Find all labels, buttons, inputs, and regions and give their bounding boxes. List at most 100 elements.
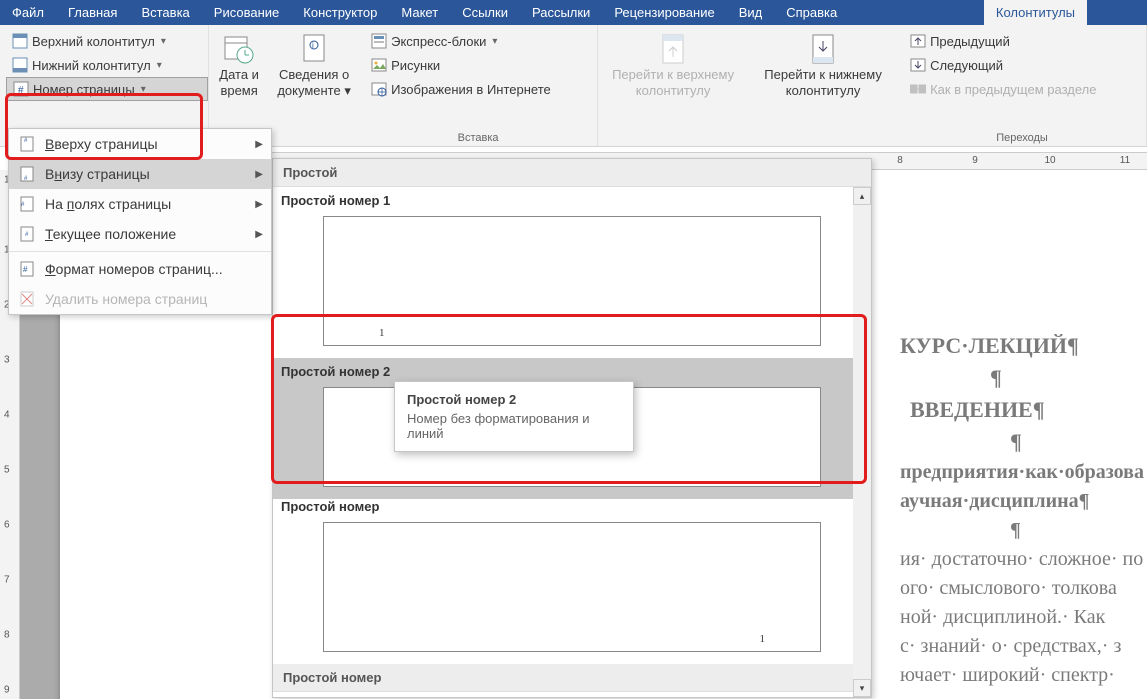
tab-design[interactable]: Конструктор: [291, 0, 389, 25]
tab-header-footer[interactable]: Колонтитулы: [984, 0, 1087, 25]
online-pictures-label: Изображения в Интернете: [391, 82, 551, 97]
tooltip-title: Простой номер 2: [407, 392, 621, 407]
menu-page-margins[interactable]: # На полях страницы ▶: [9, 189, 271, 219]
doc-heading-2: ВВЕДЕНИЕ¶: [900, 394, 1147, 426]
submenu-arrow-icon: ▶: [255, 229, 263, 240]
doc-line: предприятия·как·образова: [900, 458, 1147, 487]
page-number-label: Номер страницы: [33, 82, 135, 97]
tab-layout[interactable]: Макет: [389, 0, 450, 25]
online-pictures-button[interactable]: Изображения в Интернете: [365, 77, 597, 101]
tooltip: Простой номер 2 Номер без форматирования…: [394, 381, 634, 452]
gallery-item-label: Вертикальный контур 1: [277, 692, 867, 698]
footer-button[interactable]: Нижний колонтитул▾: [6, 53, 208, 77]
footer-icon: [12, 57, 28, 73]
remove-icon: [19, 291, 35, 307]
format-icon: #: [19, 261, 35, 277]
tab-help[interactable]: Справка: [774, 0, 849, 25]
page-top-icon: #: [19, 136, 35, 152]
link-previous-button: Как в предыдущем разделе: [904, 77, 1146, 101]
goto-footer-label: Перейти к нижнему колонтитулу: [752, 67, 894, 98]
menu-label: Текущее положение: [45, 226, 176, 242]
svg-text:#: #: [23, 265, 28, 274]
doc-heading-1: КУРС·ЛЕКЦИЙ¶: [900, 330, 1147, 362]
next-section-button[interactable]: Следующий: [904, 53, 1146, 77]
doc-pilcrow: ¶: [900, 362, 1147, 394]
quick-parts-icon: [371, 33, 387, 49]
tab-insert[interactable]: Вставка: [129, 0, 201, 25]
chevron-down-icon: ▾: [492, 36, 497, 47]
doc-line: с· знаний· о· средствах,· з: [900, 632, 1147, 661]
chevron-down-icon: ▾: [141, 84, 146, 95]
tab-file[interactable]: Файл: [0, 0, 56, 25]
page-preview: 1: [323, 522, 821, 652]
online-picture-icon: [371, 81, 387, 97]
prev-label: Предыдущий: [930, 34, 1010, 49]
doc-info-button[interactable]: i Сведения о документе ▾: [269, 29, 359, 146]
tab-draw[interactable]: Рисование: [202, 0, 291, 25]
page-bottom-icon: #: [19, 166, 35, 182]
submenu-arrow-icon: ▶: [255, 199, 263, 210]
menu-format-page-numbers[interactable]: # Формат номеров страниц...: [9, 254, 271, 284]
menu-label: На полях страницы: [45, 196, 171, 212]
tooltip-body: Номер без форматирования и линий: [407, 411, 621, 441]
menu-remove-page-numbers: Удалить номера страниц: [9, 284, 271, 314]
group-label-insert: Вставка: [359, 132, 597, 144]
header-button[interactable]: Верхний колонтитул ▾: [6, 29, 208, 53]
menu-top-of-page[interactable]: # Вверху страницы ▶: [9, 129, 271, 159]
page-preview: 1: [323, 216, 821, 346]
gallery-item-plain-1[interactable]: Простой номер 1 1: [273, 187, 871, 358]
menu-separator: [9, 251, 271, 252]
page-number-preview: 1: [379, 327, 385, 339]
gallery-item-vertical-1[interactable]: Вертикальный контур 1: [273, 692, 871, 698]
gallery-scrollbar[interactable]: ▴ ▾: [853, 187, 871, 697]
tab-view[interactable]: Вид: [727, 0, 775, 25]
doc-info-icon: i: [298, 33, 330, 65]
chevron-down-icon: ▾: [161, 36, 166, 47]
svg-text:i: i: [312, 41, 314, 50]
menu-bottom-of-page[interactable]: # Внизу страницы ▶: [9, 159, 271, 189]
tab-review[interactable]: Рецензирование: [602, 0, 726, 25]
date-label: Дата и время: [213, 67, 265, 98]
tab-home[interactable]: Главная: [56, 0, 129, 25]
gallery-item-label: Простой номер: [277, 493, 867, 520]
gallery-item-plain-3[interactable]: Простой номер 1: [273, 493, 871, 664]
page-number-menu: # Вверху страницы ▶ # Внизу страницы ▶ #…: [8, 128, 272, 315]
quick-parts-button[interactable]: Экспресс-блоки▾: [365, 29, 597, 53]
menubar: Файл Главная Вставка Рисование Конструкт…: [0, 0, 1147, 25]
link-icon: [910, 81, 926, 97]
tab-mailings[interactable]: Рассылки: [520, 0, 602, 25]
gallery-section-header: Простой: [273, 159, 871, 187]
doc-line: ого· смыслового· толкова: [900, 574, 1147, 603]
submenu-arrow-icon: ▶: [255, 169, 263, 180]
pictures-button[interactable]: Рисунки: [365, 53, 597, 77]
doc-line: ия· достаточно· сложное· по: [900, 545, 1147, 574]
next-icon: [910, 57, 926, 73]
scroll-down-icon[interactable]: ▾: [853, 679, 871, 697]
goto-footer-button[interactable]: Перейти к нижнему колонтитулу: [748, 29, 898, 146]
scroll-up-icon[interactable]: ▴: [853, 187, 871, 205]
doc-pilcrow: ¶: [900, 426, 1147, 458]
goto-header-button: Перейти к верхнему колонтитулу: [598, 29, 748, 146]
goto-header-label: Перейти к верхнему колонтитулу: [602, 67, 744, 98]
picture-icon: [371, 57, 387, 73]
menu-label: Формат номеров страниц...: [45, 261, 223, 277]
tab-references[interactable]: Ссылки: [450, 0, 520, 25]
doc-line: ной· дисциплиной.· Как: [900, 603, 1147, 632]
page-number-icon: #: [13, 81, 29, 97]
menu-label: Вверху страницы: [45, 136, 158, 152]
footer-label: Нижний колонтитул: [32, 58, 151, 73]
menu-current-position[interactable]: # Текущее положение ▶: [9, 219, 271, 249]
doc-line: аучная·дисциплина¶: [900, 487, 1147, 516]
goto-footer-icon: [807, 33, 839, 65]
header-label: Верхний колонтитул: [32, 34, 155, 49]
calendar-clock-icon: [223, 33, 255, 65]
page-number-button[interactable]: # Номер страницы ▾: [6, 77, 208, 101]
doc-info-label: Сведения о документе ▾: [273, 67, 355, 98]
doc-line: ючает· широкий· спектр·: [900, 661, 1147, 690]
menu-label: Удалить номера страниц: [45, 291, 207, 307]
previous-section-button[interactable]: Предыдущий: [904, 29, 1146, 53]
current-pos-icon: #: [19, 226, 35, 242]
group-label-nav: Переходы: [898, 132, 1146, 144]
page-margin-icon: #: [19, 196, 35, 212]
gallery-section-header-2: Простой номер: [273, 664, 871, 692]
